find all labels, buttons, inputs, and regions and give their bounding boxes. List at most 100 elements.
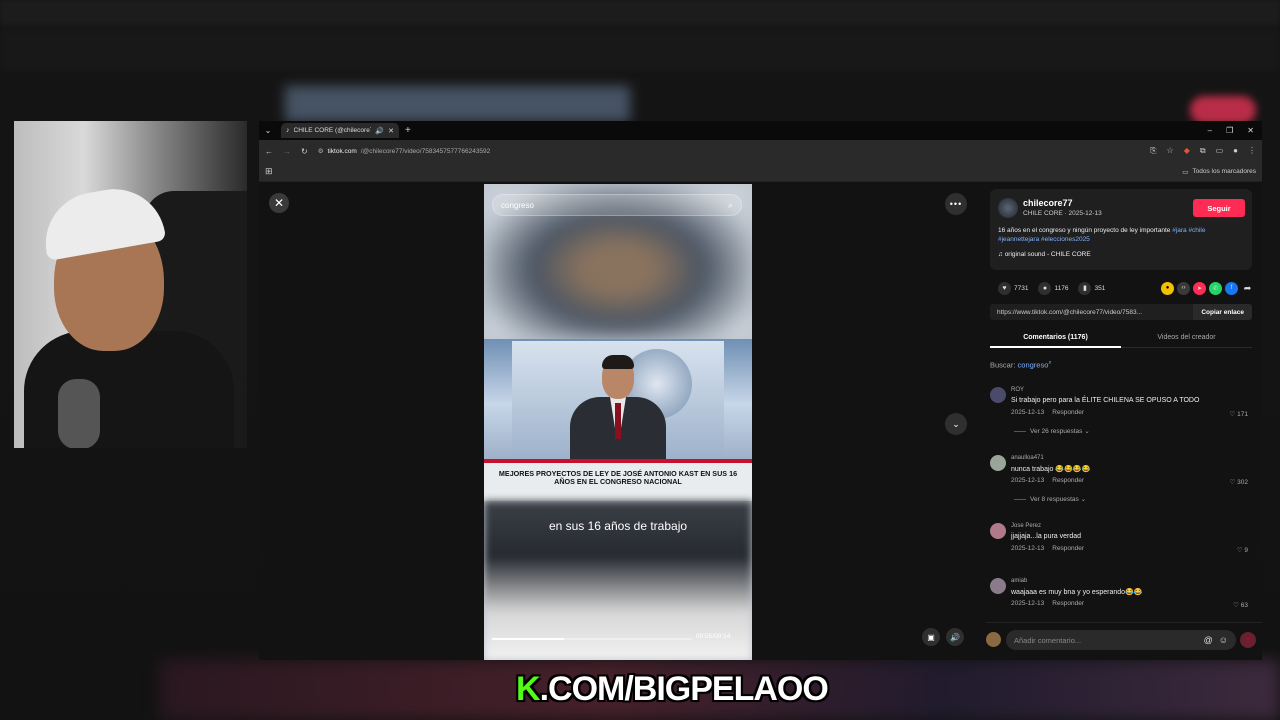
commenter-avatar[interactable] (990, 523, 1006, 539)
restore-icon[interactable]: ❐ (1226, 126, 1233, 135)
comment-like[interactable]: ♡ 302 (1230, 478, 1249, 486)
search-icon[interactable]: ⌕ (728, 200, 733, 211)
send-icon[interactable]: ➤ (1193, 281, 1206, 295)
toolbar-icons: ⎘ ☆ ◆ ⧉ ▭ ● ⋮ (1150, 146, 1256, 156)
tiktok-favicon-icon: ♪ (286, 127, 290, 134)
tiktok-viewer: ✕ MEJORES PROYECTOS DE LEY DE JOSÉ ANTON… (259, 182, 1262, 660)
browser-window: ⌄ ♪ CHILE CORE (@chilecore77 🔊 ✕ + – ❐ ✕… (259, 121, 1262, 660)
bookmark-star-icon[interactable]: ☆ (1167, 146, 1174, 156)
heart-outline-icon: ♡ (1236, 547, 1243, 554)
back-icon[interactable]: ← (265, 147, 273, 156)
reply-link[interactable]: Responder (1052, 477, 1084, 484)
reply-link[interactable]: Responder (1052, 545, 1084, 552)
background-titlebar (0, 0, 1280, 26)
video-time: 00:05/00:14 (696, 633, 731, 640)
heart-icon: ♥ (998, 281, 1011, 295)
like-action[interactable]: ♥ 7731 (998, 281, 1028, 295)
volume-icon[interactable]: 🔊 (946, 628, 964, 646)
comment-date: 2025-12-13 (1011, 477, 1045, 484)
commenter-name[interactable]: ROY (1011, 387, 1024, 393)
comment-like[interactable]: ♡ 63 (1233, 601, 1248, 609)
site-info-icon[interactable]: ⚙ (318, 147, 324, 155)
comment-action[interactable]: ● 1176 (1038, 281, 1068, 295)
emoji-icon[interactable]: ☺ (1219, 635, 1228, 645)
reload-icon[interactable]: ↻ (301, 147, 308, 156)
next-video-chevron-down-icon[interactable]: ⌄ (945, 413, 967, 435)
tab-comments[interactable]: Comentarios (1176) (990, 328, 1121, 348)
comment-like[interactable]: ♡ 171 (1230, 410, 1249, 418)
address-field[interactable]: ⚙ tiktok.com/@chilecore77/video/75834575… (318, 147, 1140, 156)
follow-button[interactable]: Seguir (1193, 199, 1245, 217)
minimize-icon[interactable]: – (1208, 126, 1212, 135)
tab-audio-icon[interactable]: 🔊 (375, 127, 384, 135)
action-row: ♥ 7731 ● 1176 ▮ 351 ● ‹› ➤ ✆ f ➦ (998, 280, 1254, 296)
commenter-name[interactable]: Jose Perez (1011, 523, 1041, 529)
video-player[interactable]: MEJORES PROYECTOS DE LEY DE JOSÉ ANTONIO… (484, 184, 752, 660)
video-progress-bar[interactable] (492, 638, 692, 640)
comment-text: waajaaa es muy bna y yo esperando😂😂 (1011, 589, 1143, 596)
new-tab-icon[interactable]: + (405, 125, 411, 136)
video-subtitle: en sus 16 años de trabajo (548, 519, 688, 533)
menu-kebab-icon[interactable]: ⋮ (1248, 146, 1256, 156)
url-path: /@chilecore77/video/7583457577766243592 (360, 147, 491, 155)
tab-close-icon[interactable]: ✕ (388, 127, 394, 135)
video-link[interactable]: https://www.tiktok.com/@chilecore77/vide… (997, 309, 1142, 316)
my-avatar (986, 632, 1001, 647)
window-close-icon[interactable]: ✕ (1247, 126, 1254, 135)
commenter-avatar[interactable] (990, 455, 1006, 471)
commenter-avatar[interactable] (990, 578, 1006, 594)
search-small-icon[interactable]: ⌕ (1048, 360, 1051, 366)
profile-icon[interactable]: ● (1233, 146, 1238, 156)
whatsapp-icon[interactable]: ✆ (1209, 281, 1222, 295)
browser-tab[interactable]: ♪ CHILE CORE (@chilecore77 🔊 ✕ (281, 123, 399, 138)
forward-icon[interactable]: → (283, 147, 291, 156)
comment-like-count: 302 (1237, 479, 1248, 486)
comment-meta: 2025-12-13 Responder (1011, 545, 1084, 552)
comment-input[interactable]: Añadir comentario... @ ☺ (1006, 630, 1236, 650)
post-tags-2[interactable]: #jeannettejara #elecciones2025 (998, 236, 1090, 243)
facebook-icon[interactable]: f (1225, 281, 1238, 295)
share-arrow-icon[interactable]: ➦ (1241, 282, 1254, 295)
kick-logo-k: K (516, 669, 541, 708)
commenter-avatar[interactable] (990, 387, 1006, 403)
mention-icon[interactable]: @ (1204, 635, 1213, 645)
comment-like[interactable]: ♡ 9 (1237, 546, 1248, 554)
embed-icon[interactable]: ‹› (1177, 281, 1190, 295)
view-replies-link[interactable]: Ver 8 respuestas ⌄ (1014, 495, 1086, 503)
save-count: 351 (1094, 284, 1106, 292)
apps-grid-icon[interactable]: ⊞ (265, 166, 273, 177)
commenter-name[interactable]: amiab (1011, 578, 1027, 584)
cast-icon[interactable]: ▭ (1216, 146, 1224, 156)
creator-username[interactable]: chilecore77 (1023, 198, 1073, 208)
comment-item: ROY Si trabajo pero para la ÉLITE CHILENA… (990, 385, 1252, 453)
copy-link-button[interactable]: Copiar enlace (1193, 304, 1252, 320)
tab-creator-videos[interactable]: Videos del creador (1121, 328, 1252, 348)
all-bookmarks[interactable]: ▭ Todos los marcadores (1182, 168, 1256, 176)
save-action[interactable]: ▮ 351 (1078, 281, 1106, 295)
search-query-link[interactable]: congreso (1018, 361, 1049, 370)
reply-link[interactable]: Responder (1052, 409, 1084, 416)
creator-avatar[interactable] (998, 198, 1018, 218)
extensions-puzzle-icon[interactable]: ⧉ (1200, 146, 1206, 156)
comment-text: jjajjaja...la pura verdad (1011, 533, 1082, 540)
extension-icon[interactable]: ◆ (1184, 146, 1190, 156)
link-bar: https://www.tiktok.com/@chilecore77/vide… (990, 304, 1252, 320)
view-replies-link[interactable]: Ver 26 respuestas ⌄ (1014, 427, 1090, 435)
post-tags-1[interactable]: #jara #chile (1172, 227, 1205, 234)
tab-search-icon[interactable]: ⌄ (259, 126, 277, 135)
video-search-bar[interactable]: congreso ⌕ (492, 194, 742, 216)
creator-meta: CHILE CORE · 2025-12-13 (1023, 210, 1102, 217)
coin-icon[interactable]: ● (1161, 281, 1174, 295)
more-options-icon[interactable]: ••• (945, 193, 967, 215)
close-video-icon[interactable]: ✕ (269, 193, 289, 213)
commenter-name[interactable]: anaulloa471 (1011, 455, 1044, 461)
captions-icon[interactable]: ▣ (922, 628, 940, 646)
music-note-icon: ♫ (998, 251, 1003, 258)
post-sound[interactable]: ♫ original sound - CHILE CORE (998, 251, 1091, 258)
panel-tabs: Comentarios (1176) Videos del creador (990, 328, 1252, 348)
send-comment-icon[interactable]: ↑ (1240, 632, 1256, 648)
comment-like-count: 171 (1237, 411, 1248, 418)
microphone (58, 379, 100, 448)
reply-link[interactable]: Responder (1052, 600, 1084, 607)
install-app-icon[interactable]: ⎘ (1150, 146, 1156, 156)
